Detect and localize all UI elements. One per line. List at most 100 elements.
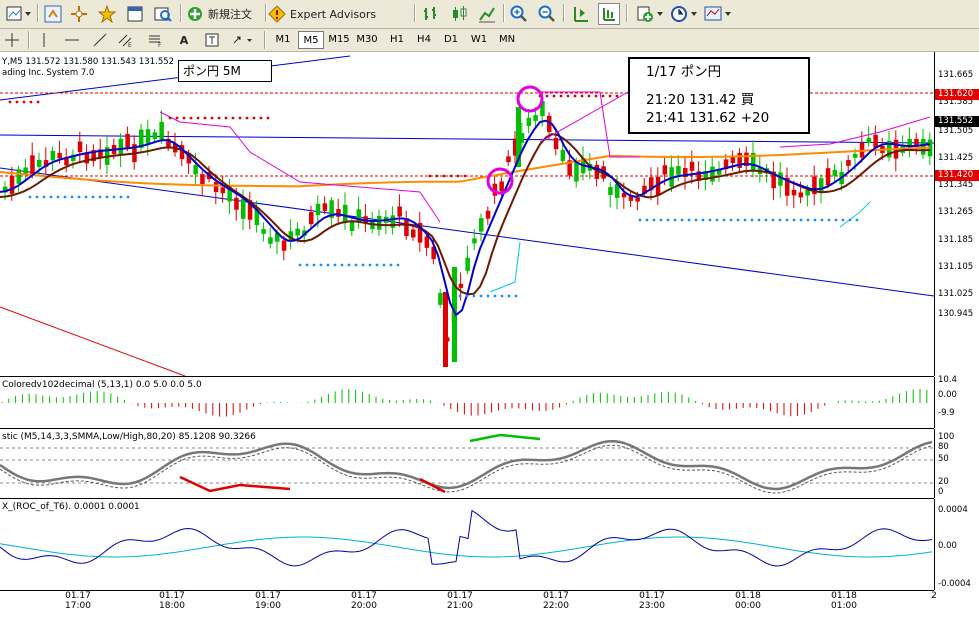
candle-body bbox=[77, 141, 83, 153]
time-tick-time: 23:00 bbox=[639, 601, 665, 611]
signal-dot bbox=[666, 218, 670, 222]
price-tick-label: 131.025 bbox=[938, 289, 974, 299]
expert-advisors-button[interactable]: Expert Advisors bbox=[268, 3, 390, 25]
price-tag-lower: 131.420 bbox=[935, 170, 979, 181]
candle-body bbox=[193, 165, 198, 175]
label-box[interactable]: ポン円 5M bbox=[178, 60, 272, 82]
crosshair-move-icon[interactable] bbox=[68, 3, 90, 25]
signal-dot bbox=[785, 218, 789, 222]
trade-link-line bbox=[539, 91, 629, 143]
timeframe-m1-button[interactable]: M1 bbox=[270, 31, 296, 49]
candle-body bbox=[213, 182, 219, 193]
market-watch-icon[interactable] bbox=[42, 3, 64, 25]
periods-clock-icon[interactable] bbox=[668, 3, 700, 25]
indicator1-panel[interactable]: Coloredv102decimal (5,13,1) 0.0 5.0 0.0 … bbox=[0, 377, 934, 429]
text-icon[interactable]: A bbox=[174, 29, 194, 51]
signal-dot bbox=[126, 195, 130, 199]
price-tick-label: 131.185 bbox=[938, 235, 974, 245]
candle-body bbox=[526, 117, 532, 126]
indicators-add-icon[interactable] bbox=[634, 3, 666, 25]
signal-dot bbox=[49, 195, 53, 199]
fibonacci-icon[interactable]: F bbox=[146, 29, 166, 51]
equidistant-channel-icon[interactable]: E bbox=[116, 29, 136, 51]
indicator1-label: Coloredv102decimal (5,13,1) 0.0 5.0 0.0 … bbox=[2, 380, 202, 390]
trendline-icon[interactable] bbox=[90, 29, 110, 51]
timeframe-mn-button[interactable]: MN bbox=[494, 31, 520, 49]
chart-window[interactable]: Y,M5 131.572 131.580 131.543 131.552 adi… bbox=[0, 52, 979, 620]
zoom-out-icon[interactable] bbox=[536, 3, 558, 25]
text-label-icon[interactable] bbox=[202, 29, 222, 51]
signal-dot bbox=[168, 116, 172, 120]
new-order-button[interactable]: 新規注文 bbox=[186, 3, 262, 25]
terminal-window-icon[interactable] bbox=[124, 3, 146, 25]
roc-panel[interactable]: X_(ROC_of_T6). 0.0001 0.0001 bbox=[0, 499, 934, 591]
templates-icon[interactable] bbox=[702, 3, 734, 25]
timeframe-h4-button[interactable]: H4 bbox=[411, 31, 437, 49]
signal-dot bbox=[396, 263, 400, 267]
candlestick-icon[interactable] bbox=[448, 3, 470, 25]
candles bbox=[3, 96, 933, 367]
stochastic-overbought-segment bbox=[469, 433, 541, 443]
signal-dot bbox=[715, 218, 719, 222]
candle-body bbox=[553, 137, 559, 150]
signal-dot bbox=[56, 195, 60, 199]
arrows-dropdown-icon[interactable] bbox=[230, 29, 256, 51]
timeframe-m5-button[interactable]: M5 bbox=[298, 31, 324, 49]
time-tick-date: 01.17 bbox=[255, 591, 281, 601]
signal-dot bbox=[645, 218, 649, 222]
signal-dot bbox=[196, 116, 200, 120]
signal-dot bbox=[29, 100, 33, 104]
candle-body bbox=[200, 174, 205, 184]
tester-icon[interactable] bbox=[152, 3, 174, 25]
timeframe-d1-button[interactable]: D1 bbox=[438, 31, 464, 49]
signal-dot bbox=[28, 195, 32, 199]
vertical-line-icon[interactable] bbox=[34, 29, 54, 51]
ma-blue bbox=[0, 119, 931, 317]
signal-dot bbox=[652, 218, 656, 222]
signal-dot bbox=[827, 218, 831, 222]
candle-body bbox=[819, 178, 824, 194]
signal-dot bbox=[259, 116, 263, 120]
timeframe-w1-button[interactable]: W1 bbox=[466, 31, 492, 49]
candle-body bbox=[125, 133, 130, 148]
zoom-in-icon[interactable] bbox=[508, 3, 530, 25]
timeframe-m30-button[interactable]: M30 bbox=[354, 31, 380, 49]
price-panel[interactable]: Y,M5 131.572 131.580 131.543 131.552 adi… bbox=[0, 52, 934, 377]
signal-dot bbox=[42, 195, 46, 199]
time-tick-date: 01.17 bbox=[447, 591, 473, 601]
price-tick-label: 131.105 bbox=[938, 262, 974, 272]
svg-text:E: E bbox=[128, 42, 132, 47]
time-tick-time: 20:00 bbox=[351, 601, 377, 611]
time-tick-date: 01.18 bbox=[831, 591, 857, 601]
timeframe-m15-button[interactable]: M15 bbox=[326, 31, 352, 49]
stochastic-panel[interactable]: stic (M5,14,3,3,SMMA,Low/High,80,20) 85.… bbox=[0, 429, 934, 499]
time-tick-date: 01.17 bbox=[543, 591, 569, 601]
line-chart-icon[interactable] bbox=[476, 3, 498, 25]
signal-dot bbox=[449, 174, 453, 178]
signal-dot bbox=[552, 94, 556, 98]
crosshair-icon[interactable] bbox=[2, 29, 22, 51]
stochastic-oversold-segment bbox=[179, 475, 291, 493]
signal-dot bbox=[210, 116, 214, 120]
trade-note[interactable]: 1/17 ポン円 21:20 131.42 買 21:41 131.62 +20 bbox=[628, 57, 810, 134]
trade-note-exit: 21:41 131.62 +20 bbox=[646, 110, 770, 126]
price-tick-label: 131.265 bbox=[938, 207, 974, 217]
signal-dot bbox=[559, 94, 563, 98]
price-tick-label: 130.945 bbox=[938, 309, 974, 319]
signal-dot bbox=[22, 100, 26, 104]
horizontal-line-icon[interactable] bbox=[62, 29, 82, 51]
navigator-star-icon[interactable] bbox=[96, 3, 118, 25]
bar-chart-icon[interactable] bbox=[420, 3, 442, 25]
roc-label: X_(ROC_of_T6). 0.0001 0.0001 bbox=[2, 502, 140, 512]
timeframe-h1-button[interactable]: H1 bbox=[384, 31, 410, 49]
signal-dots-sell bbox=[538, 94, 619, 98]
candle-body bbox=[608, 187, 613, 195]
candle-body bbox=[159, 121, 164, 140]
signal-dots-buy bbox=[458, 294, 518, 298]
new-chart-icon[interactable] bbox=[4, 3, 34, 25]
signal-dot bbox=[820, 218, 824, 222]
autoscroll-icon[interactable] bbox=[598, 3, 620, 25]
chart-shift-icon[interactable] bbox=[570, 3, 592, 25]
price-axis[interactable]: 131.665 131.585 131.505 131.425 131.345 131.2… bbox=[934, 52, 979, 376]
candle-body bbox=[343, 204, 348, 224]
